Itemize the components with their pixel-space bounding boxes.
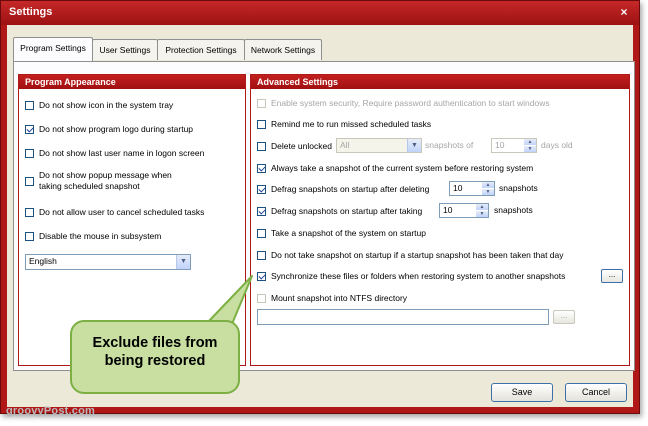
tab-program-settings[interactable]: Program Settings bbox=[13, 37, 93, 61]
callout-line2: being restored bbox=[104, 353, 206, 369]
callout-annotation: Exclude files from being restored bbox=[70, 320, 240, 394]
callout-pointer-shape bbox=[207, 275, 253, 325]
callout-text: Exclude files from being restored bbox=[72, 334, 238, 370]
watermark: groovyPost.com bbox=[6, 405, 95, 417]
callout-line1: Exclude files from bbox=[92, 335, 218, 351]
